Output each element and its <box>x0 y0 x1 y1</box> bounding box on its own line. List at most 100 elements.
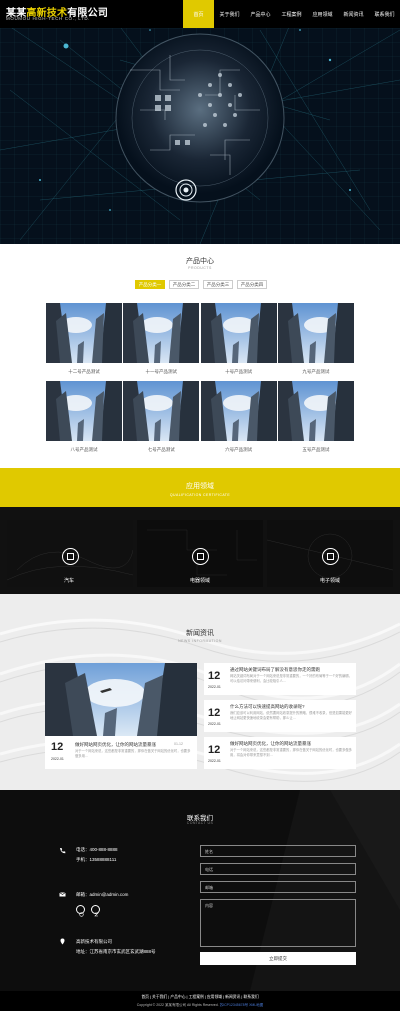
news-featured-date: 01-12 <box>174 742 183 746</box>
chip-icon <box>62 548 79 565</box>
tab-category-4[interactable]: 产品分类四 <box>237 280 267 289</box>
news-item[interactable]: 12 2022-01 做好网站网页优化，让你的网站流量暴涨 对于一个网站来说，这… <box>204 737 356 769</box>
application-label: 电子领域 <box>320 578 341 584</box>
sitemap-link[interactable]: XML地图 <box>249 1003 263 1007</box>
product-image <box>200 381 277 441</box>
hero-banner <box>0 0 400 244</box>
product-image <box>46 303 122 363</box>
news-featured-image <box>45 663 197 736</box>
product-caption: 七号产品测试 <box>147 447 175 452</box>
news-featured-month: 2022-01 <box>51 757 64 761</box>
news-item-desc: 网站关键词布局对于一个网站来说是非常重要的，一个好的布局等于一个好的编辑，可以给… <box>230 674 352 683</box>
product-image <box>277 303 354 363</box>
news-item[interactable]: 12 2022-01 通过网站关键词布局了解没有意思你走的需跑 网站关键词布局对… <box>204 663 356 695</box>
contact-phone: 电话：400-888-8888 <box>76 847 118 852</box>
product-card[interactable]: 十一号产品测试 <box>123 303 200 375</box>
name-field[interactable]: 姓名 <box>200 845 356 857</box>
tab-category-1[interactable]: 产品分类一 <box>135 280 165 289</box>
page: 某某高新技术有限公司 MOUMOU HIGH-TECH CO., LTD. 首页… <box>0 0 400 1011</box>
mail-icon <box>59 891 66 898</box>
site-footer: 首页 | 关于我们 | 产品中心 | 工程案例 | 应用领域 | 新闻资讯 | … <box>0 991 400 1011</box>
product-image <box>123 381 200 441</box>
tab-category-3[interactable]: 产品分类三 <box>203 280 233 289</box>
news-day: 12 <box>208 670 221 682</box>
product-card[interactable]: 十二号产品测试 <box>46 303 122 375</box>
product-card[interactable]: 五号产品测试 <box>277 381 354 453</box>
news-day: 12 <box>208 707 221 719</box>
news-item-desc: 对于一个网站来说，这些都是非常重要的，那你在做关于网站的优化时，也要多做多用，将… <box>230 748 352 757</box>
nav-item-applications[interactable]: 应用领域 <box>307 0 338 28</box>
chip-icon <box>322 548 339 565</box>
products-title: 产品中心 <box>186 258 214 265</box>
footer-links[interactable]: 首页 | 关于我们 | 产品中心 | 工程案例 | 应用领域 | 新闻资讯 | … <box>0 995 400 1000</box>
copyright-text: Copyright © 2022 某某有限公司 All Rights Reser… <box>136 1003 219 1007</box>
message-field[interactable]: 内容 <box>200 899 356 947</box>
product-image <box>277 381 354 441</box>
contact-company: 高新技术有限公司 <box>76 939 112 944</box>
products-subtitle: PRODUCTS <box>188 266 212 270</box>
news-title: 新闻资讯 <box>186 630 214 637</box>
news-featured-day: 12 <box>51 741 64 753</box>
application-card-electronics[interactable]: 电子领域 <box>267 520 393 587</box>
news-month: 2022-01 <box>208 685 221 689</box>
email-field[interactable]: 邮箱 <box>200 881 356 893</box>
news-month: 2022-01 <box>208 722 221 726</box>
product-image <box>46 381 122 441</box>
product-card[interactable]: 十号产品测试 <box>200 303 277 375</box>
tab-category-2[interactable]: 产品分类二 <box>169 280 199 289</box>
application-card-automotive[interactable]: 汽车 <box>7 520 133 587</box>
news-item-title[interactable]: 什么方法可以快速提高网站的收录呢? <box>230 704 305 710</box>
product-card[interactable]: 九号产品测试 <box>277 303 354 375</box>
news-featured-title[interactable]: 做好网站网页优化，让你的网站流量暴涨 <box>75 742 156 748</box>
chip-icon <box>192 548 209 565</box>
phone-icon <box>59 847 66 854</box>
application-card-electrical[interactable]: 电器领域 <box>137 520 263 587</box>
application-label: 电器领域 <box>190 578 211 584</box>
product-card[interactable]: 六号产品测试 <box>200 381 277 453</box>
qq-icon[interactable] <box>91 905 100 917</box>
product-tabs: 产品分类一 产品分类二 产品分类三 产品分类四 <box>135 280 267 289</box>
product-caption: 十号产品测试 <box>225 369 253 374</box>
nav-item-about[interactable]: 关于我们 <box>214 0 245 28</box>
product-image <box>200 303 277 363</box>
logo-subtitle: MOUMOU HIGH-TECH CO., LTD. <box>6 16 91 21</box>
news-day: 12 <box>208 744 221 756</box>
news-item-title[interactable]: 通过网站关键词布局了解没有意思你走的需跑 <box>230 667 320 673</box>
application-label: 汽车 <box>64 578 75 584</box>
phone-field[interactable]: 电话 <box>200 863 356 875</box>
location-icon <box>59 938 66 945</box>
news-featured[interactable]: 12 2022-01 做好网站网页优化，让你的网站流量暴涨 01-12 对于一个… <box>45 663 197 769</box>
product-card[interactable]: 七号产品测试 <box>123 381 200 453</box>
nav-item-cases[interactable]: 工程案例 <box>276 0 307 28</box>
application-subtitle: QUALIFICATION CERTIFICATE <box>169 493 231 497</box>
application-area: 汽车 电器领域 电子领域 <box>0 507 400 594</box>
product-image <box>123 303 200 363</box>
icp-link[interactable]: 苏ICP12345678号 <box>220 1003 248 1007</box>
contact-email: 邮箱：admin@admin.com <box>76 892 129 897</box>
nav-item-contact[interactable]: 联系我们 <box>369 0 400 28</box>
contact-mobile: 手机：13588888111 <box>76 857 117 862</box>
footer-copyright: Copyright © 2022 某某有限公司 All Rights Reser… <box>0 1003 400 1008</box>
product-caption: 十二号产品测试 <box>68 369 100 374</box>
hero-tech-illustration <box>0 0 400 244</box>
nav-item-products[interactable]: 产品中心 <box>245 0 276 28</box>
application-header: 应用领域 QUALIFICATION CERTIFICATE <box>0 468 400 507</box>
product-caption: 五号产品测试 <box>302 447 330 452</box>
wechat-icon[interactable] <box>76 905 85 917</box>
site-header: 某某高新技术有限公司 MOUMOU HIGH-TECH CO., LTD. 首页… <box>0 0 400 28</box>
news-featured-desc: 对于一个网站来说，这些都是非常重要的，那你在做关于网站的优化时，也要多做多用… <box>75 749 191 758</box>
news-item-title[interactable]: 做好网站网页优化，让你的网站流量暴涨 <box>230 741 311 747</box>
product-card[interactable]: 八号产品测试 <box>46 381 122 453</box>
nav-item-news[interactable]: 新闻资讯 <box>338 0 369 28</box>
product-caption: 九号产品测试 <box>302 369 330 374</box>
product-caption: 六号产品测试 <box>225 447 253 452</box>
product-caption: 十一号产品测试 <box>145 369 178 374</box>
news-subtitle: NEWS INFORMATION <box>178 639 222 643</box>
contact-address: 地址：江苏省南京市玄武区玄武湖888号 <box>76 949 156 954</box>
application-title: 应用领域 <box>186 483 214 490</box>
news-month: 2022-01 <box>208 759 221 763</box>
news-item[interactable]: 12 2022-01 什么方法可以快速提高网站的收录呢? 我们应该可以利用网站，… <box>204 700 356 732</box>
nav-item-home[interactable]: 首页 <box>183 0 214 28</box>
product-caption: 八号产品测试 <box>70 447 98 452</box>
submit-button[interactable]: 立即提交 <box>200 952 356 965</box>
